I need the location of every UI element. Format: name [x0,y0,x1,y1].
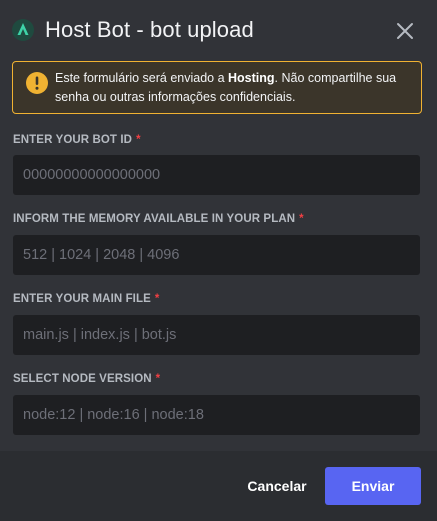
required-marker: * [155,373,161,385]
field-label-memory: INFORM THE MEMORY AVAILABLE IN YOUR PLAN… [13,213,304,225]
close-icon[interactable] [393,19,417,43]
required-marker: * [136,134,141,146]
cancel-button[interactable]: Cancelar [238,467,316,505]
warning-icon [26,72,48,94]
required-marker: * [299,213,304,225]
notice-text: Este formulário será enviado a Hosting. … [55,71,397,104]
node-version-field[interactable] [13,395,420,435]
app-logo-icon [12,19,34,41]
node-version-input[interactable] [13,395,420,435]
modal-footer: Cancelar Enviar [0,451,437,521]
main-file-input[interactable] [13,315,420,355]
bot-id-field[interactable] [13,155,420,195]
modal-header: Host Bot - bot upload [0,0,437,58]
field-label-node-version: SELECT NODE VERSION * [13,373,161,385]
main-file-field[interactable] [13,315,420,355]
memory-field[interactable] [13,235,420,275]
modal-dialog: Host Bot - bot upload Este formulário se… [0,0,437,521]
notice-bold-text: Hosting [228,71,275,85]
bot-id-input[interactable] [13,155,420,195]
submit-button[interactable]: Enviar [325,467,421,505]
field-label-main-file: ENTER YOUR MAIN FILE * [13,293,160,305]
modal-title: Host Bot - bot upload [45,17,254,42]
required-marker: * [154,293,160,305]
memory-input[interactable] [13,235,420,275]
warning-notice: Este formulário será enviado a Hosting. … [12,61,422,114]
field-label-bot-id: ENTER YOUR BOT ID * [13,134,141,146]
